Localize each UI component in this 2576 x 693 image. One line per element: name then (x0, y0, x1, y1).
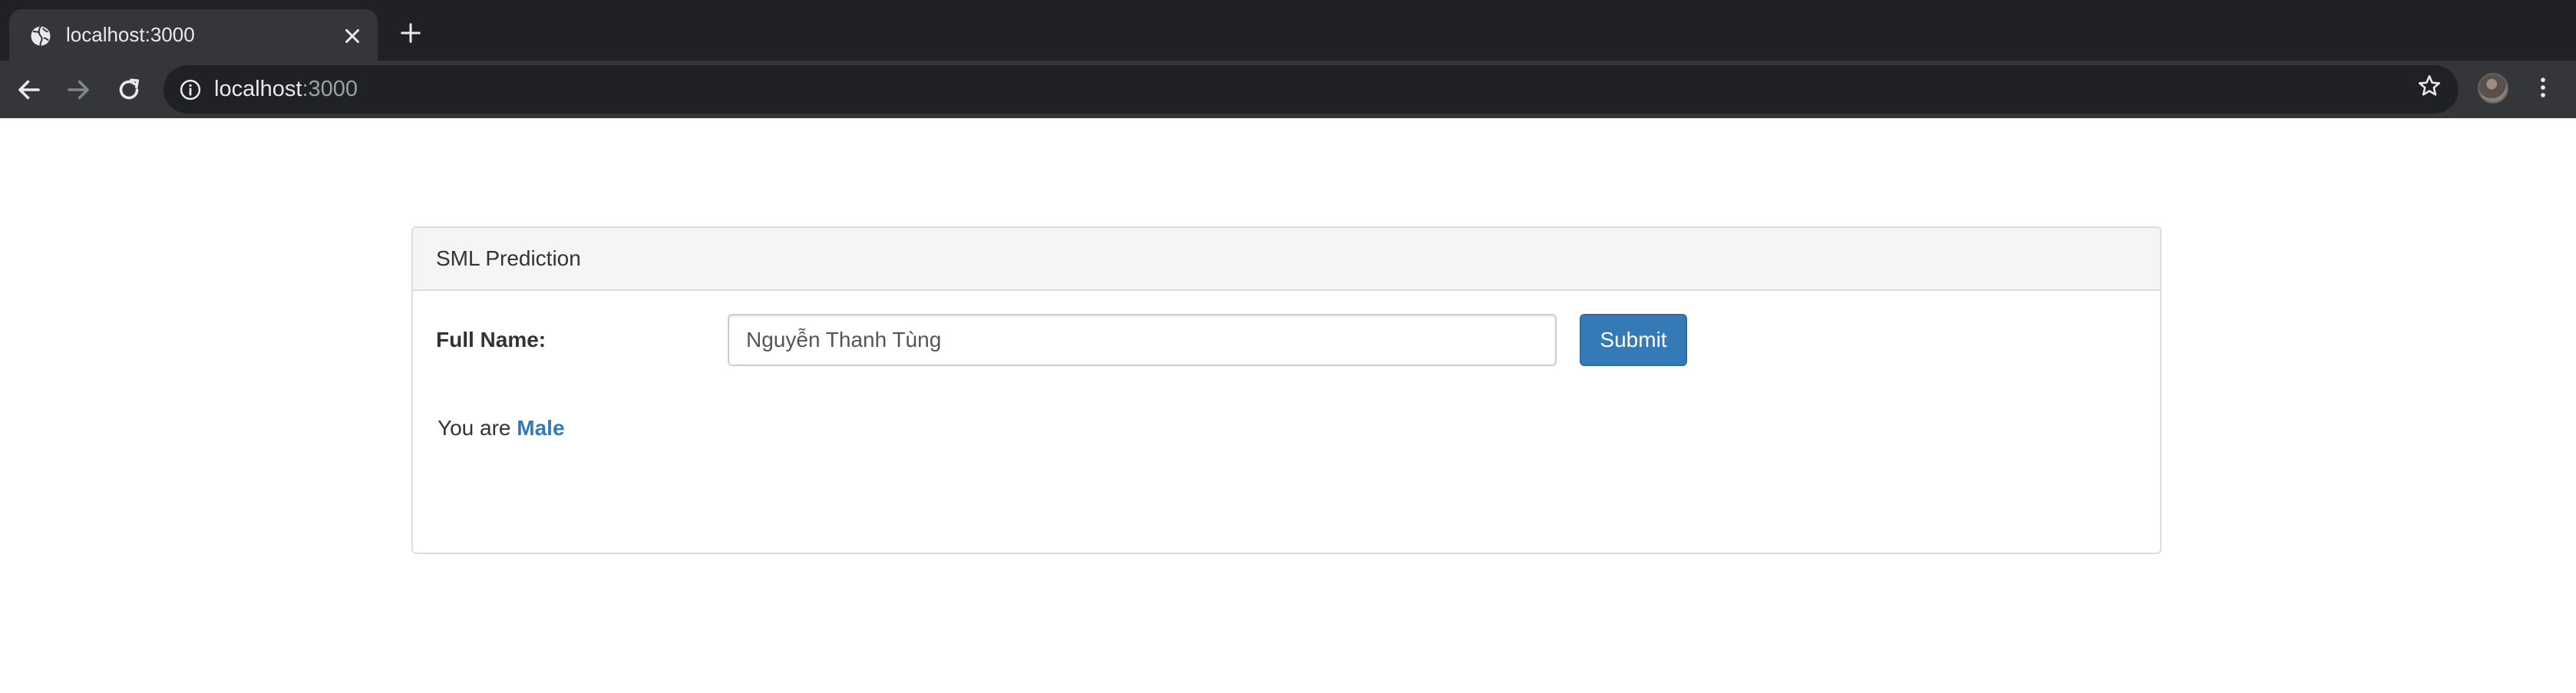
url-port: :3000 (302, 77, 358, 101)
prediction-panel: SML Prediction Full Name: Submit You are… (411, 226, 2162, 554)
browser-tab-strip: localhost:3000 (0, 0, 2576, 61)
tab-title: localhost:3000 (66, 23, 195, 46)
browser-toolbar: localhost:3000 (0, 61, 2576, 118)
result-value: Male (517, 416, 565, 440)
star-icon[interactable] (2416, 73, 2442, 99)
url-text: localhost:3000 (214, 65, 358, 114)
full-name-input[interactable] (728, 314, 1557, 366)
result-prefix: You are (438, 416, 511, 440)
kebab-menu-icon[interactable] (2530, 74, 2556, 101)
url-host: localhost (214, 77, 302, 101)
globe-icon (31, 25, 51, 47)
plus-icon[interactable] (399, 21, 422, 45)
close-icon[interactable] (341, 25, 364, 48)
prediction-result: You are Male (438, 416, 565, 441)
reload-icon[interactable] (115, 76, 143, 104)
browser-tab[interactable]: localhost:3000 (9, 9, 378, 61)
submit-button[interactable]: Submit (1580, 314, 1687, 366)
arrow-right-icon[interactable] (64, 76, 92, 104)
profile-avatar[interactable] (2478, 73, 2508, 104)
panel-heading: SML Prediction (413, 228, 2160, 291)
full-name-label: Full Name: (436, 328, 547, 351)
address-bar[interactable]: localhost:3000 (163, 65, 2459, 114)
name-form: Full Name: Submit (413, 314, 2160, 366)
arrow-left-icon[interactable] (15, 76, 43, 104)
info-icon[interactable] (179, 78, 202, 101)
